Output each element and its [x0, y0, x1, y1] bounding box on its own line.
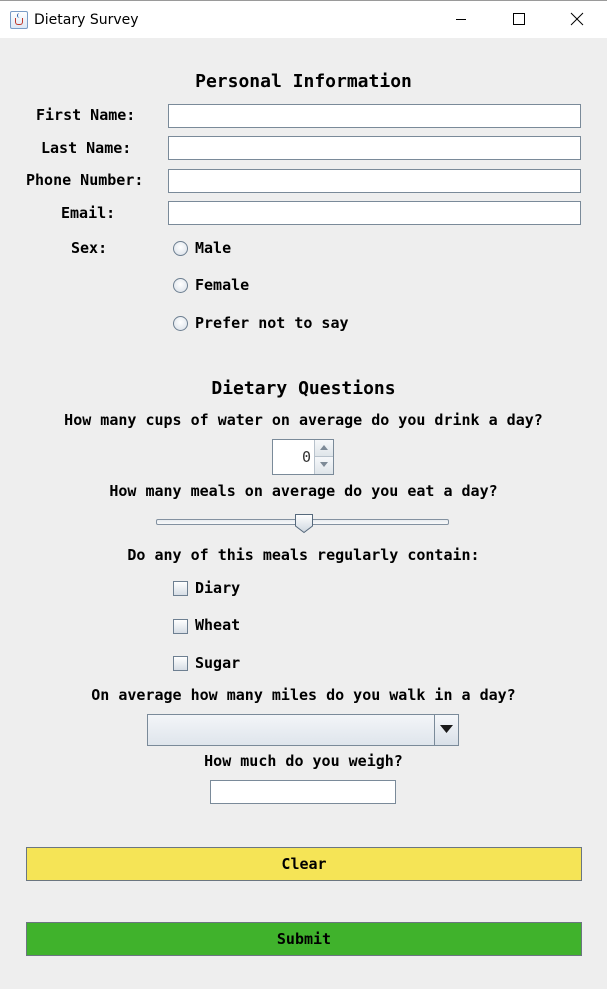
maximize-button[interactable]: [490, 1, 548, 38]
personal-info-heading: Personal Information: [195, 71, 412, 92]
sex-label: Sex:: [71, 239, 108, 257]
submit-button[interactable]: Submit: [26, 922, 582, 956]
wheat-checkbox[interactable]: [173, 619, 188, 634]
last-name-field[interactable]: [168, 136, 581, 160]
weight-field[interactable]: [210, 780, 396, 804]
email-label: Email:: [61, 204, 116, 222]
title-bar[interactable]: Dietary Survey: [0, 0, 607, 38]
meals-question: How many meals on average do you eat a d…: [109, 482, 498, 500]
diary-checkbox[interactable]: [173, 581, 188, 596]
chevron-up-icon: [320, 445, 328, 450]
last-name-label: Last Name:: [41, 139, 132, 157]
weight-question: How much do you weigh?: [204, 752, 403, 770]
chevron-down-icon: [320, 462, 328, 467]
minimize-icon: [456, 19, 466, 20]
sex-prefer-not-label[interactable]: Prefer not to say: [195, 314, 349, 332]
miles-dropdown[interactable]: [147, 714, 459, 746]
clear-button[interactable]: Clear: [26, 847, 582, 881]
contain-question: Do any of this meals regularly contain:: [127, 546, 480, 564]
water-question: How many cups of water on average do you…: [64, 411, 543, 429]
water-cups-spinner[interactable]: 0: [272, 439, 334, 475]
dietary-questions-heading: Dietary Questions: [211, 378, 396, 399]
java-cup-icon: [10, 11, 28, 29]
sex-prefer-not-radio[interactable]: [173, 316, 188, 331]
sex-female-label[interactable]: Female: [195, 276, 249, 294]
sex-male-label[interactable]: Male: [195, 239, 231, 257]
close-icon: [570, 12, 584, 26]
dropdown-arrow-button[interactable]: [434, 715, 458, 745]
window-title: Dietary Survey: [34, 12, 139, 28]
meals-slider-thumb[interactable]: [294, 513, 314, 534]
sex-male-radio[interactable]: [173, 241, 188, 256]
miles-question: On average how many miles do you walk in…: [91, 686, 516, 704]
first-name-label: First Name:: [36, 106, 136, 124]
wheat-label[interactable]: Wheat: [195, 616, 240, 634]
diary-label[interactable]: Diary: [195, 579, 240, 597]
chevron-down-icon: [440, 725, 453, 733]
spinner-down-button[interactable]: [314, 457, 333, 474]
phone-number-field[interactable]: [168, 169, 581, 193]
phone-number-label: Phone Number:: [26, 171, 144, 189]
water-cups-value[interactable]: 0: [302, 448, 311, 466]
sugar-label[interactable]: Sugar: [195, 654, 240, 672]
first-name-field[interactable]: [168, 104, 581, 128]
maximize-icon: [513, 13, 525, 25]
spinner-up-button[interactable]: [314, 440, 333, 457]
close-button[interactable]: [548, 1, 606, 38]
sugar-checkbox[interactable]: [173, 656, 188, 671]
minimize-button[interactable]: [432, 1, 490, 38]
sex-female-radio[interactable]: [173, 278, 188, 293]
email-field[interactable]: [168, 201, 581, 225]
